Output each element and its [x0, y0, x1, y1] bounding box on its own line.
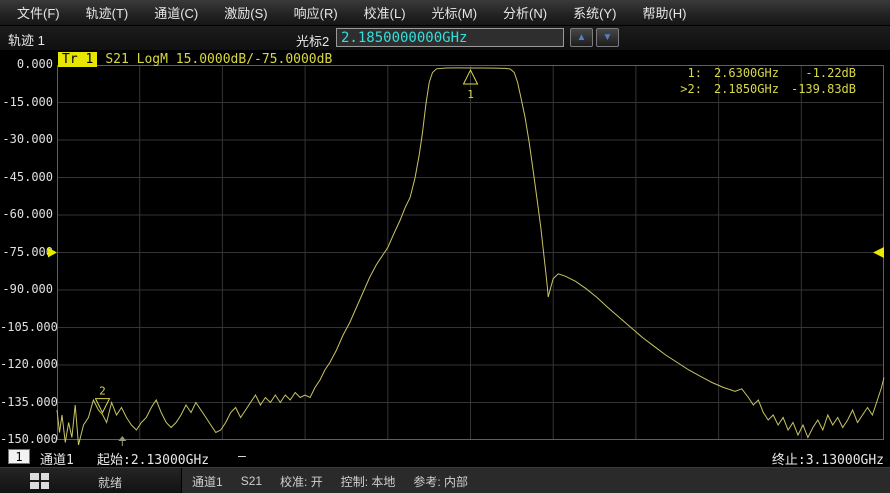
- measurement-chart[interactable]: 12: [57, 65, 884, 440]
- toolbar: 轨迹 1 光标2 ▲ ▼: [0, 26, 890, 50]
- start-frequency-readout: 起始:2.13000GHz: [97, 449, 209, 468]
- status-cal: 校准: 开: [280, 473, 323, 490]
- marker-readout-row: 1: 2.6300GHz -1.22dB: [668, 66, 856, 82]
- y-axis-tick-label: -75.000: [0, 245, 53, 261]
- sweep-dash: —: [238, 449, 246, 464]
- menu-cal[interactable]: 校准(L): [351, 0, 419, 26]
- app-launcher-icon[interactable]: [30, 473, 49, 489]
- trace-1-badge[interactable]: Tr 1: [58, 52, 97, 67]
- menu-help[interactable]: 帮助(H): [629, 0, 699, 26]
- channel-footer: 1 通道1 起始:2.13000GHz — 终止:3.13000GHz: [0, 448, 890, 466]
- stimulus-arrow-icon: [118, 436, 126, 446]
- y-axis-tick-label: -150.000: [0, 432, 53, 448]
- arrow-down-icon: ▼: [603, 32, 613, 43]
- menu-channel[interactable]: 通道(C): [141, 0, 211, 26]
- marker-readout-table: 1: 2.6300GHz -1.22dB >2: 2.1850GHz -139.…: [668, 66, 856, 98]
- y-axis-tick-label: 0.000: [0, 57, 53, 73]
- status-control: 控制: 本地: [341, 473, 396, 490]
- y-axis-tick-label: -45.000: [0, 170, 53, 186]
- marker-readout-row: >2: 2.1850GHz -139.83dB: [668, 82, 856, 98]
- y-axis-tick-label: -60.000: [0, 207, 53, 223]
- menu-response[interactable]: 响应(R): [281, 0, 351, 26]
- stop-frequency-readout: 终止:3.13000GHz: [772, 449, 884, 468]
- status-bar: 就绪 通道1 S21 校准: 开 控制: 本地 参考: 内部: [0, 467, 890, 493]
- marker-1-value: -1.22dB: [779, 66, 856, 82]
- marker-step-down-button[interactable]: ▼: [596, 28, 619, 47]
- arrow-up-icon: ▲: [577, 32, 587, 43]
- marker-2-frequency-input[interactable]: [336, 28, 564, 47]
- menu-marker[interactable]: 光标(M): [419, 0, 491, 26]
- y-axis-labels: 0.000 -15.000 -30.000 -45.000 -60.000 -75.000…: [0, 50, 53, 448]
- marker-2-id: >2:: [668, 82, 702, 98]
- grid-square: [41, 482, 50, 489]
- marker-1-id: 1:: [668, 66, 702, 82]
- status-info-section: 通道1 S21 校准: 开 控制: 本地 参考: 内部: [181, 468, 890, 493]
- menu-analysis[interactable]: 分析(N): [490, 0, 560, 26]
- menu-system[interactable]: 系统(Y): [560, 0, 629, 26]
- grid-square: [30, 482, 39, 489]
- vna-application-window: 文件(F) 轨迹(T) 通道(C) 激励(S) 响应(R) 校准(L) 光标(M…: [0, 0, 890, 493]
- marker-2-value: -139.83dB: [779, 82, 856, 98]
- marker-step-up-button[interactable]: ▲: [570, 28, 593, 47]
- status-ready-text: 就绪: [98, 474, 122, 491]
- y-axis-tick-label: -135.000: [0, 395, 53, 411]
- ref-level-triangle-right[interactable]: [873, 247, 884, 258]
- y-axis-tick-label: -30.000: [0, 132, 53, 148]
- channel-label: 通道1: [40, 449, 74, 468]
- status-reference: 参考: 内部: [413, 473, 468, 490]
- y-axis-tick-label: -105.000: [0, 320, 53, 336]
- marker-label: 2: [99, 385, 106, 398]
- marker-label: 1: [467, 88, 474, 101]
- marker-1-freq: 2.6300GHz: [702, 66, 779, 82]
- menu-file[interactable]: 文件(F): [4, 0, 73, 26]
- status-parameter: S21: [241, 474, 262, 488]
- trace-header: Tr 1 S21 LogM 15.0000dB/-75.0000dB: [58, 52, 332, 67]
- marker-2-field-label: 光标2: [296, 31, 329, 50]
- channel-1-badge[interactable]: 1: [8, 449, 30, 464]
- y-axis-tick-label: -120.000: [0, 357, 53, 373]
- y-axis-tick-label: -15.000: [0, 95, 53, 111]
- status-channel: 通道1: [192, 473, 223, 490]
- plot-area: 0.000 -15.000 -30.000 -45.000 -60.000 -75.000…: [0, 50, 890, 448]
- grid-square: [41, 473, 50, 480]
- marker-2-freq: 2.1850GHz: [702, 82, 779, 98]
- trace-1-tab[interactable]: 轨迹 1: [8, 30, 45, 49]
- menu-stimulus[interactable]: 激励(S): [211, 0, 280, 26]
- menu-bar: 文件(F) 轨迹(T) 通道(C) 激励(S) 响应(R) 校准(L) 光标(M…: [0, 0, 890, 26]
- menu-trace[interactable]: 轨迹(T): [73, 0, 142, 26]
- y-axis-tick-label: -90.000: [0, 282, 53, 298]
- grid-square: [30, 473, 39, 480]
- trace-format-readout: S21 LogM 15.0000dB/-75.0000dB: [105, 52, 332, 67]
